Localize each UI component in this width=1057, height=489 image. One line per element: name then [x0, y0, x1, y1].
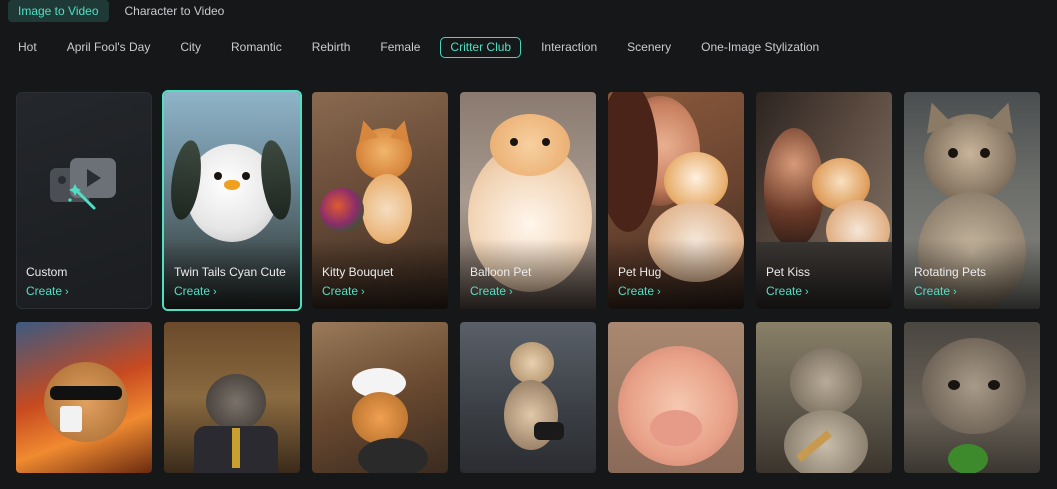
category-one-image-stylization[interactable]: One-Image Stylization	[691, 37, 829, 58]
create-label: Create	[26, 284, 63, 298]
create-label: Create	[618, 284, 655, 298]
cat-head-art	[352, 392, 408, 444]
category-critter-club[interactable]: Critter Club	[440, 37, 522, 58]
chevron-right-icon: ›	[361, 286, 365, 298]
template-card-rotating-pets[interactable]: Rotating Pets Create ›	[902, 90, 1042, 311]
template-card-chef-cat[interactable]	[310, 320, 450, 475]
chevron-right-icon: ›	[805, 286, 809, 298]
tie-art	[232, 428, 240, 468]
image-to-video-magic-icon	[50, 158, 116, 210]
eye-art	[948, 380, 960, 390]
chevron-right-icon: ›	[213, 286, 217, 298]
create-button[interactable]: Create ›	[914, 284, 957, 298]
eye-art	[242, 172, 250, 180]
create-button[interactable]: Create ›	[470, 284, 513, 298]
create-button[interactable]: Create ›	[26, 284, 69, 298]
eye-art	[510, 138, 518, 146]
template-card-custom[interactable]: Custom Create ›	[14, 90, 154, 311]
category-scenery[interactable]: Scenery	[617, 37, 681, 58]
create-label: Create	[322, 284, 359, 298]
mode-tabs: Image to Video Character to Video	[8, 0, 234, 22]
eye-art	[988, 380, 1000, 390]
create-label: Create	[766, 284, 803, 298]
pig-head-art	[618, 346, 738, 466]
template-card-cooking-cat[interactable]	[754, 320, 894, 475]
category-filter-bar: Hot April Fool's Day City Romantic Rebir…	[8, 37, 839, 58]
cat-body-art	[784, 410, 868, 473]
template-card-pet-kiss[interactable]: Pet Kiss Create ›	[754, 90, 894, 311]
eye-art	[542, 138, 550, 146]
broccoli-art	[948, 444, 988, 473]
cat-head-art	[922, 338, 1026, 434]
chevron-right-icon: ›	[509, 286, 513, 298]
template-card-cool-cat[interactable]	[14, 320, 154, 475]
tab-character-to-video[interactable]: Character to Video	[115, 0, 235, 22]
category-romantic[interactable]: Romantic	[221, 37, 292, 58]
template-card-twin-tails[interactable]: Twin Tails Cyan Cute Create ›	[162, 90, 302, 311]
create-label: Create	[914, 284, 951, 298]
create-label: Create	[174, 284, 211, 298]
dumbbell-art	[534, 422, 564, 440]
category-hot[interactable]: Hot	[8, 37, 47, 58]
card-title: Twin Tails Cyan Cute	[174, 265, 286, 279]
hamster-head-art	[490, 114, 570, 176]
create-button[interactable]: Create ›	[766, 284, 809, 298]
bouquet-art	[320, 188, 364, 232]
card-title: Rotating Pets	[914, 265, 987, 279]
template-card-gym-cat[interactable]	[458, 320, 598, 475]
template-card-pig[interactable]	[606, 320, 746, 475]
template-browser: Image to Video Character to Video Hot Ap…	[0, 0, 1057, 489]
template-card-pet-hug[interactable]: Pet Hug Create ›	[606, 90, 746, 311]
cat-head-art	[510, 342, 554, 384]
template-card-kitten-veggie[interactable]	[902, 320, 1042, 475]
cat-head-art	[206, 374, 266, 430]
category-april-fools-day[interactable]: April Fool's Day	[57, 37, 161, 58]
chevron-right-icon: ›	[65, 286, 69, 298]
eye-art	[214, 172, 222, 180]
create-button[interactable]: Create ›	[322, 284, 365, 298]
card-title: Kitty Bouquet	[322, 265, 394, 279]
card-title: Custom	[26, 265, 68, 279]
pig-snout-art	[650, 410, 702, 446]
template-card-balloon-pet[interactable]: Balloon Pet Create ›	[458, 90, 598, 311]
pan-art	[358, 438, 428, 473]
cat-head-art	[44, 362, 128, 442]
beak-art	[224, 180, 240, 190]
tab-image-to-video[interactable]: Image to Video	[8, 0, 109, 22]
template-card-business-cat[interactable]	[162, 320, 302, 475]
card-title: Pet Kiss	[766, 265, 811, 279]
category-rebirth[interactable]: Rebirth	[302, 37, 361, 58]
category-female[interactable]: Female	[370, 37, 430, 58]
create-label: Create	[470, 284, 507, 298]
template-card-kitty-bouquet[interactable]: Kitty Bouquet Create ›	[310, 90, 450, 311]
cat-body-art	[362, 174, 412, 244]
chevron-right-icon: ›	[657, 286, 661, 298]
card-title: Pet Hug	[618, 265, 662, 279]
category-city[interactable]: City	[170, 37, 211, 58]
eye-art	[980, 148, 990, 158]
chevron-right-icon: ›	[953, 286, 957, 298]
cat-head-art	[790, 348, 862, 416]
category-interaction[interactable]: Interaction	[531, 37, 607, 58]
cup-art	[60, 406, 82, 432]
create-button[interactable]: Create ›	[618, 284, 661, 298]
sunglasses-art	[50, 386, 122, 400]
create-button[interactable]: Create ›	[174, 284, 217, 298]
eye-art	[948, 148, 958, 158]
card-title: Balloon Pet	[470, 265, 532, 279]
